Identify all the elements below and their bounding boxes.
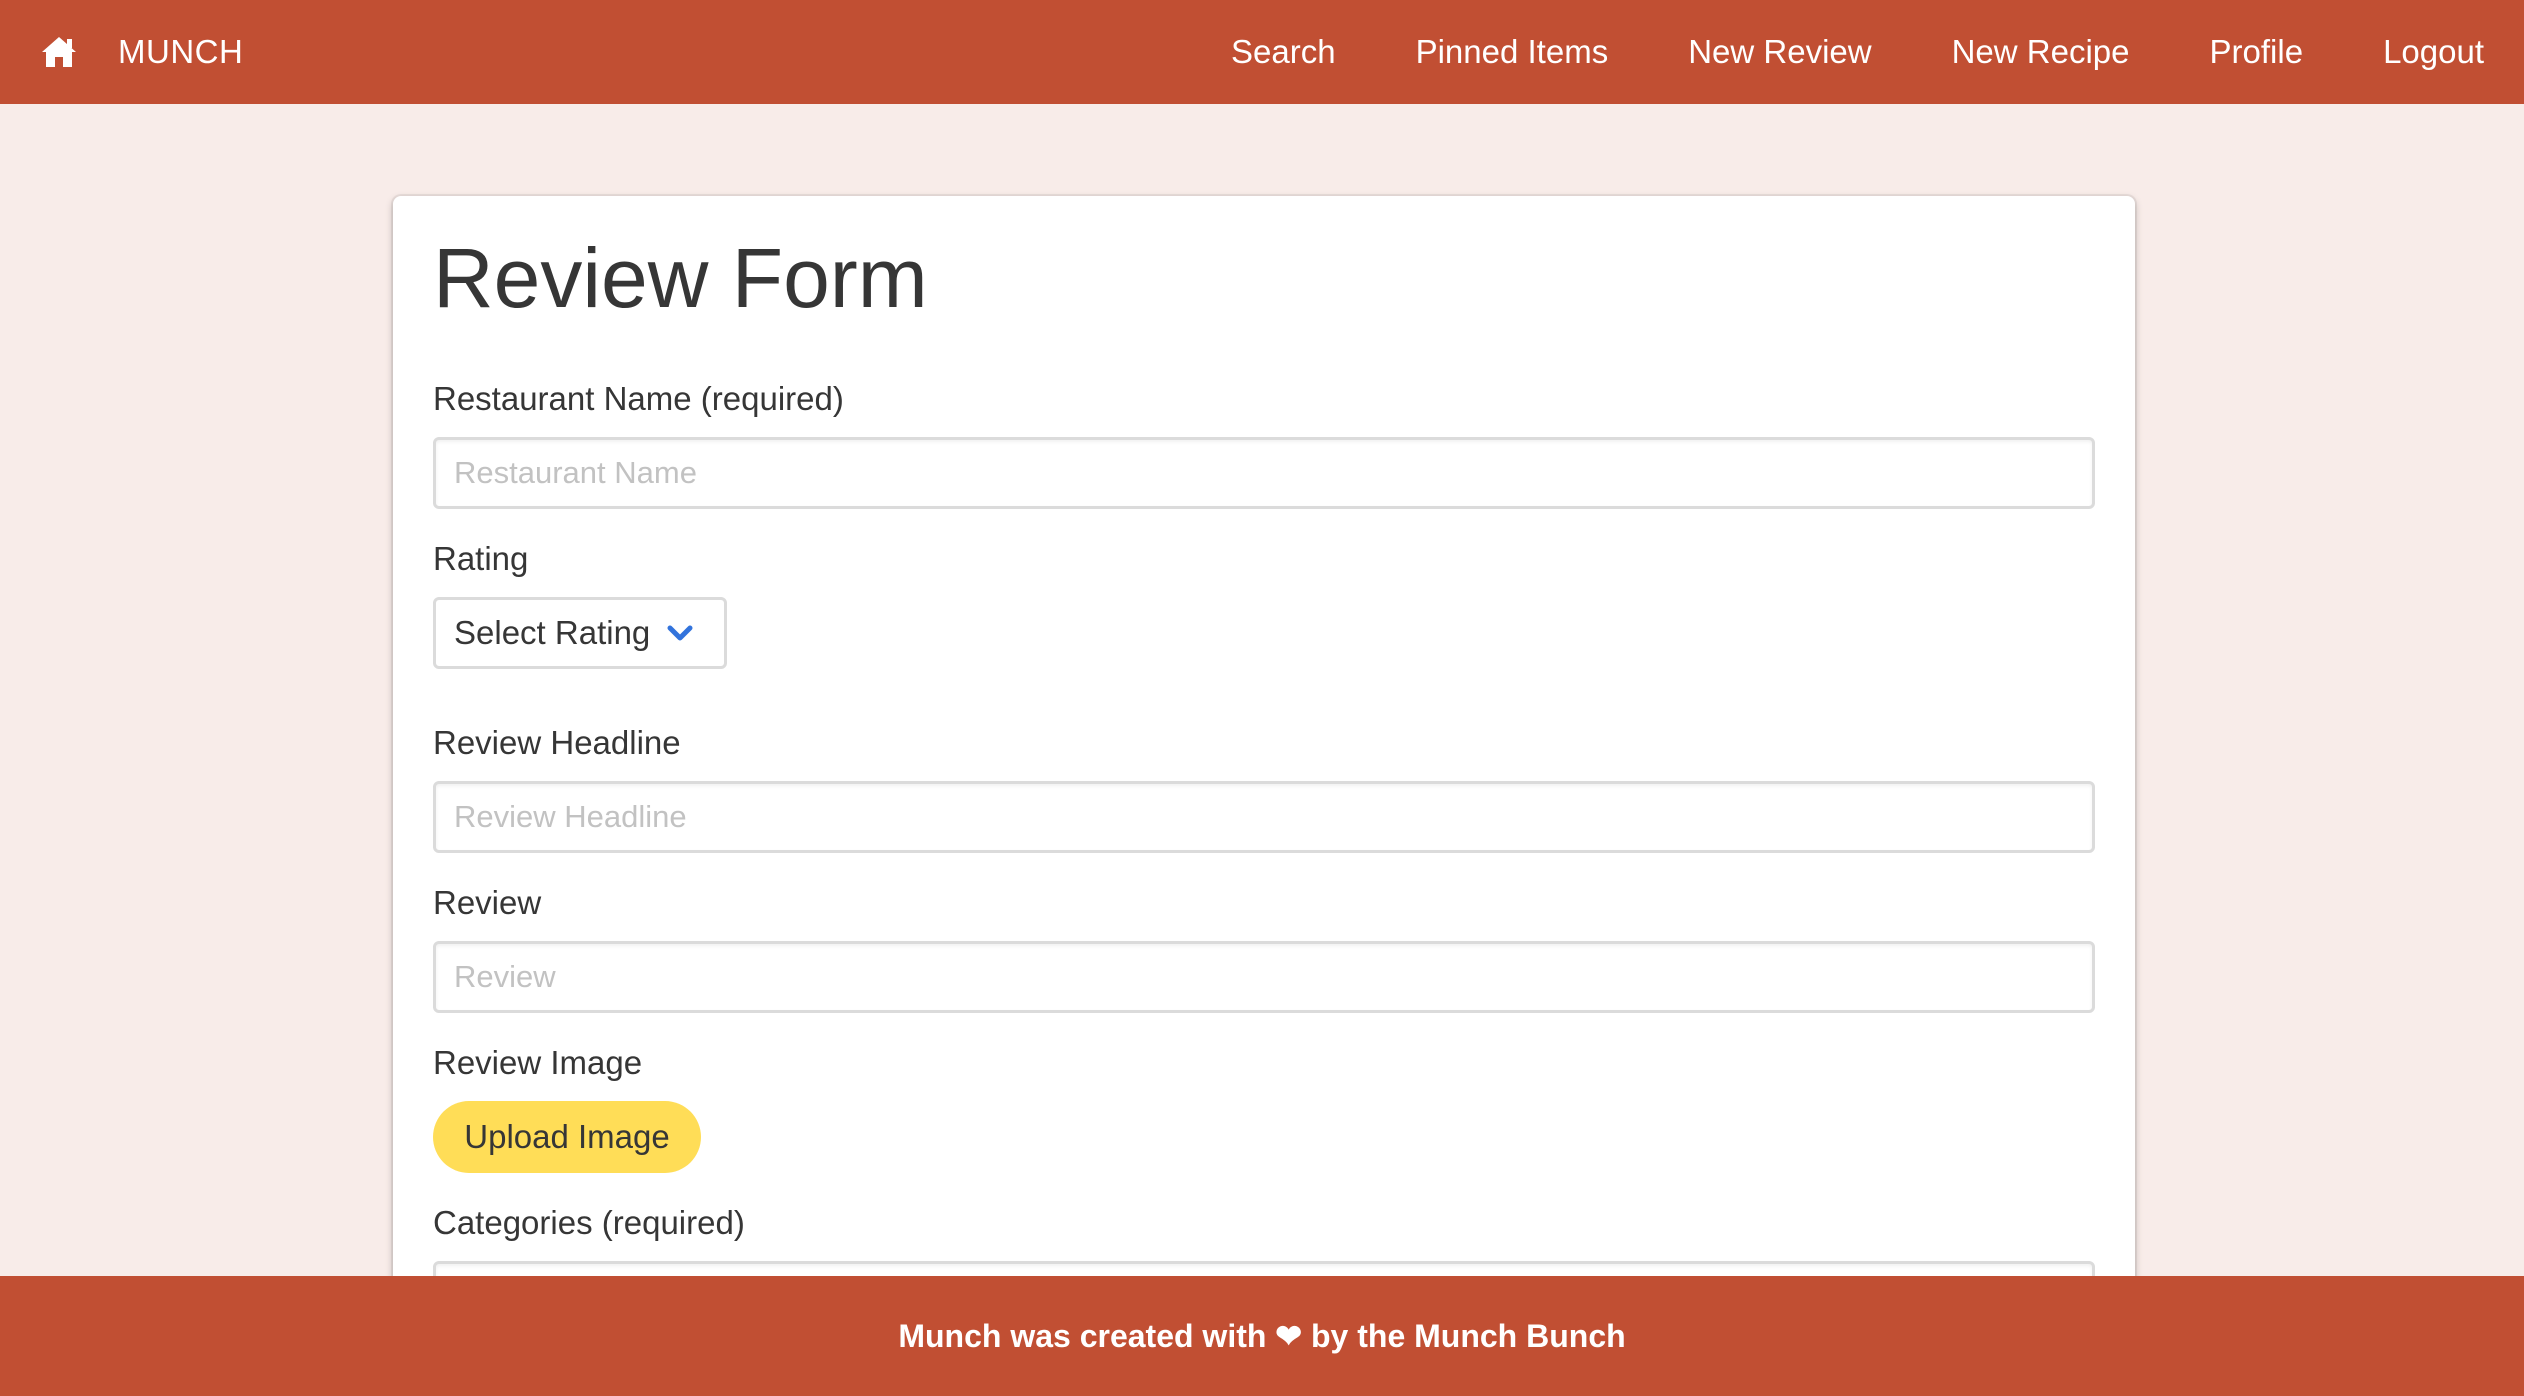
nav-item-new-recipe[interactable]: New Recipe xyxy=(1952,33,2130,71)
nav-item-search[interactable]: Search xyxy=(1231,33,1336,71)
footer-text-end: by the Munch Bunch xyxy=(1302,1317,1626,1354)
rating-label: Rating xyxy=(433,540,529,577)
restaurant-name-label: Restaurant Name (required) xyxy=(433,380,844,417)
footer-text-start: Munch was created with xyxy=(898,1317,1276,1354)
nav-item-profile[interactable]: Profile xyxy=(2210,33,2304,71)
review-input[interactable] xyxy=(433,941,2095,1013)
chevron-down-icon xyxy=(667,625,693,641)
categories-label: Categories (required) xyxy=(433,1204,745,1241)
review-headline-input[interactable] xyxy=(433,781,2095,853)
top-navbar: MUNCH Search Pinned Items New Review New… xyxy=(0,0,2524,104)
rating-select-value: Select Rating xyxy=(454,614,651,651)
nav-item-pinned-items[interactable]: Pinned Items xyxy=(1416,33,1609,71)
page-title: Review Form xyxy=(433,231,928,325)
brand-name[interactable]: MUNCH xyxy=(118,33,243,71)
review-headline-label: Review Headline xyxy=(433,724,681,761)
nav-menu: Search Pinned Items New Review New Recip… xyxy=(1151,0,2484,104)
footer: Munch was created with ❤ by the Munch Bu… xyxy=(0,1276,2524,1396)
review-form-card: Review Form Restaurant Name (required) R… xyxy=(393,196,2135,1396)
nav-item-logout[interactable]: Logout xyxy=(2383,33,2484,71)
nav-item-new-review[interactable]: New Review xyxy=(1688,33,1871,71)
upload-image-button[interactable]: Upload Image xyxy=(433,1101,701,1173)
rating-select[interactable]: Select Rating xyxy=(433,597,727,669)
home-icon[interactable] xyxy=(40,35,78,69)
review-image-label: Review Image xyxy=(433,1044,643,1081)
restaurant-name-input[interactable] xyxy=(433,437,2095,509)
brand[interactable]: MUNCH xyxy=(0,0,243,104)
heart-icon: ❤ xyxy=(1275,1318,1303,1354)
review-label: Review xyxy=(433,884,542,921)
